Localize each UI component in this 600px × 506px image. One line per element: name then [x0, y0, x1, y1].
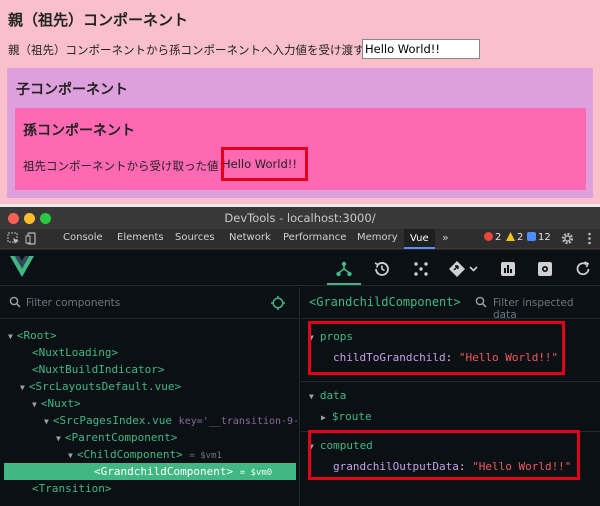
data-route-row[interactable]: ▶ $route: [321, 410, 372, 423]
error-count: 2: [495, 232, 502, 243]
kebab-menu-icon[interactable]: [583, 232, 596, 245]
tab-elements[interactable]: Elements: [117, 232, 164, 243]
tree-node-nuxt-loading[interactable]: <NuxtLoading>: [0, 344, 300, 361]
tree-node-pages-index[interactable]: ▼ <SrcPagesIndex.vue key='__transition-9-: [0, 412, 300, 429]
tab-memory[interactable]: Memory: [357, 232, 398, 243]
inspected-component-name: <GrandchildComponent>: [309, 295, 461, 309]
tree-node-child-component[interactable]: ▼ <ChildComponent> = $vm1: [0, 446, 300, 463]
message-icon: [527, 232, 536, 241]
vue-logo-icon: [10, 256, 34, 277]
inspect-element-icon[interactable]: [7, 232, 20, 245]
child-title: 子コンポーネント: [16, 82, 128, 98]
grandchild-component: 孫コンポーネント 祖先コンポーネントから受け取った値： Hello World!…: [15, 108, 586, 190]
settings-gear-icon[interactable]: [561, 232, 574, 245]
parent-component: 親（祖先）コンポーネント 親（祖先）コンポーネントから孫コンポーネントへ入力値を…: [0, 0, 600, 204]
tab-network[interactable]: Network: [229, 232, 271, 243]
warning-count: 2: [517, 232, 524, 243]
active-tool-indicator: [327, 283, 361, 285]
inspector-pane: <GrandchildComponent> Filter inspected d…: [301, 287, 600, 506]
window-titlebar: DevTools - localhost:3000/: [0, 207, 600, 229]
warning-icon: [506, 232, 515, 241]
expand-arrow-icon[interactable]: ▼: [44, 417, 49, 426]
message-count: 12: [538, 232, 551, 243]
error-badge[interactable]: 2: [484, 232, 501, 243]
message-badge[interactable]: 12: [527, 232, 551, 243]
expand-arrow-icon[interactable]: ▼: [20, 383, 25, 392]
grandchild-label: 祖先コンポーネントから受け取った値：: [23, 159, 230, 173]
tab-sources[interactable]: Sources: [175, 232, 215, 243]
tab-performance[interactable]: Performance: [283, 232, 346, 243]
tree-node-grandchild-component[interactable]: <GrandchildComponent> = $vm0: [4, 463, 296, 480]
components-tree-icon[interactable]: [335, 260, 353, 278]
tree-node-transition[interactable]: <Transition>: [0, 480, 300, 497]
expand-arrow-icon[interactable]: ▼: [32, 400, 37, 409]
devtools-tabbar: Console Elements Sources Network Perform…: [0, 229, 600, 249]
filter-components-input[interactable]: Filter components: [26, 297, 120, 309]
refresh-icon[interactable]: [574, 260, 592, 278]
search-icon: [475, 296, 487, 308]
expand-arrow-icon[interactable]: ▼: [309, 392, 314, 401]
warning-badge[interactable]: 2: [506, 232, 523, 243]
tab-console[interactable]: Console: [63, 232, 103, 243]
filter-components-row[interactable]: Filter components: [0, 287, 300, 319]
collapsed-arrow-icon[interactable]: ▶: [321, 413, 326, 422]
highlight-box: [221, 147, 308, 181]
settings-icon[interactable]: [536, 260, 554, 278]
error-icon: [484, 232, 493, 241]
tab-vue[interactable]: Vue: [404, 229, 435, 249]
tree-node-nuxt-build-indicator[interactable]: <NuxtBuildIndicator>: [0, 361, 300, 378]
device-toolbar-icon[interactable]: [25, 232, 38, 245]
routing-menu-icon[interactable]: [448, 260, 480, 278]
vue-toolbar: [0, 250, 600, 286]
more-tabs-button[interactable]: »: [442, 231, 449, 244]
parent-label: 親（祖先）コンポーネントから孫コンポーネントへ入力値を受け渡す：: [8, 43, 376, 57]
filter-inspected-input[interactable]: Filter inspected data: [493, 297, 600, 321]
components-pane: Filter components ▼ <Root> <NuxtLoading> …: [0, 287, 300, 506]
expand-arrow-icon[interactable]: ▼: [68, 451, 73, 460]
tree-node-root[interactable]: ▼ <Root>: [0, 327, 300, 344]
inspector-header: <GrandchildComponent> Filter inspected d…: [301, 287, 600, 321]
devtools-window: DevTools - localhost:3000/ Console Eleme…: [0, 207, 600, 506]
props-highlight-box: [308, 321, 565, 375]
vue-devtools-panel: Filter components ▼ <Root> <NuxtLoading> …: [0, 250, 600, 506]
history-icon[interactable]: [373, 260, 391, 278]
select-component-target-icon[interactable]: [270, 295, 286, 311]
search-icon: [9, 296, 21, 308]
child-component: 子コンポーネント 孫コンポーネント 祖先コンポーネントから受け取った値： Hel…: [7, 68, 593, 198]
section-divider: [301, 381, 600, 382]
performance-chart-icon[interactable]: [499, 260, 517, 278]
expand-arrow-icon[interactable]: ▼: [8, 332, 13, 341]
grandchild-title: 孫コンポーネント: [23, 123, 135, 139]
tree-node-layouts-default[interactable]: ▼ <SrcLayoutsDefault.vue>: [0, 378, 300, 395]
expand-arrow-icon[interactable]: ▼: [56, 434, 61, 443]
vuex-dots-icon[interactable]: [412, 260, 430, 278]
tree-node-parent-component[interactable]: ▼ <ParentComponent>: [0, 429, 300, 446]
data-section-header[interactable]: ▼ data: [309, 389, 346, 402]
window-title: DevTools - localhost:3000/: [224, 211, 376, 225]
parent-text-input[interactable]: [362, 39, 480, 59]
tree-node-nuxt[interactable]: ▼ <Nuxt>: [0, 395, 300, 412]
parent-title: 親（祖先）コンポーネント: [8, 11, 189, 29]
computed-highlight-box: [308, 430, 580, 480]
